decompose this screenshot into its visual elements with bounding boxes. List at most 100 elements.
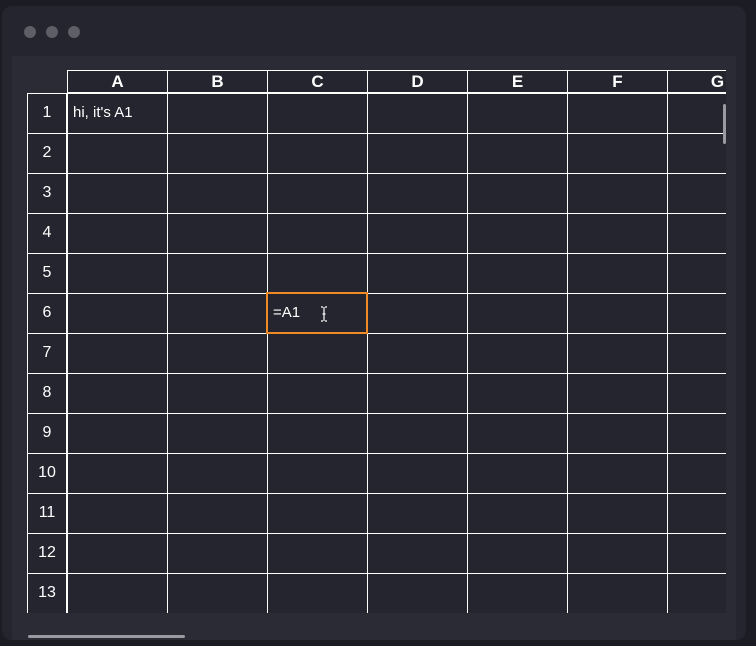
cell-b2[interactable] [167,133,267,173]
column-header-a[interactable]: A [67,70,167,93]
cell-f1[interactable] [567,93,667,133]
spreadsheet-grid[interactable]: A B C D E F G 1 hi, it's A1 2 3 4 5 6 =A1 7 8 9 10 1… [27,70,726,626]
cell-c12[interactable] [267,533,367,573]
cell-b9[interactable] [167,413,267,453]
cell-c9[interactable] [267,413,367,453]
cell-g3[interactable] [667,173,726,213]
column-header-c[interactable]: C [267,70,367,93]
cell-a13[interactable] [67,573,167,613]
cell-f10[interactable] [567,453,667,493]
cell-f3[interactable] [567,173,667,213]
cell-g2[interactable] [667,133,726,173]
cell-e3[interactable] [467,173,567,213]
row-header-12[interactable]: 12 [27,533,67,573]
cell-b12[interactable] [167,533,267,573]
vertical-scrollbar[interactable] [723,104,726,144]
cell-d7[interactable] [367,333,467,373]
cell-a4[interactable] [67,213,167,253]
cell-f13[interactable] [567,573,667,613]
cell-b5[interactable] [167,253,267,293]
column-header-e[interactable]: E [467,70,567,93]
cell-b1[interactable] [167,93,267,133]
cell-f8[interactable] [567,373,667,413]
cell-b7[interactable] [167,333,267,373]
cell-g12[interactable] [667,533,726,573]
cell-d5[interactable] [367,253,467,293]
cell-d8[interactable] [367,373,467,413]
cell-e2[interactable] [467,133,567,173]
cell-d6[interactable] [367,293,467,333]
cell-e12[interactable] [467,533,567,573]
cell-a2[interactable] [67,133,167,173]
cell-c11[interactable] [267,493,367,533]
row-header-10[interactable]: 10 [27,453,67,493]
column-header-f[interactable]: F [567,70,667,93]
column-header-g[interactable]: G [667,70,726,93]
cell-d12[interactable] [367,533,467,573]
cell-c6[interactable]: =A1 [266,292,368,334]
zoom-window-button[interactable] [68,26,80,38]
cell-e10[interactable] [467,453,567,493]
cell-e7[interactable] [467,333,567,373]
row-header-4[interactable]: 4 [27,213,67,253]
cell-g10[interactable] [667,453,726,493]
row-header-5[interactable]: 5 [27,253,67,293]
cell-a11[interactable] [67,493,167,533]
cell-e8[interactable] [467,373,567,413]
cell-c3[interactable] [267,173,367,213]
cell-a6[interactable] [67,293,167,333]
cell-e5[interactable] [467,253,567,293]
cell-b6[interactable] [167,293,267,333]
cell-g8[interactable] [667,373,726,413]
cell-f6[interactable] [567,293,667,333]
cell-a3[interactable] [67,173,167,213]
row-header-1[interactable]: 1 [27,93,67,133]
cell-a8[interactable] [67,373,167,413]
cell-f11[interactable] [567,493,667,533]
row-header-9[interactable]: 9 [27,413,67,453]
cell-f4[interactable] [567,213,667,253]
cell-c1[interactable] [267,93,367,133]
cell-f2[interactable] [567,133,667,173]
minimize-window-button[interactable] [46,26,58,38]
cell-a10[interactable] [67,453,167,493]
row-header-2[interactable]: 2 [27,133,67,173]
cell-c7[interactable] [267,333,367,373]
cell-g9[interactable] [667,413,726,453]
cell-e4[interactable] [467,213,567,253]
cell-b8[interactable] [167,373,267,413]
cell-g11[interactable] [667,493,726,533]
cell-g6[interactable] [667,293,726,333]
row-header-7[interactable]: 7 [27,333,67,373]
cell-c8[interactable] [267,373,367,413]
horizontal-scrollbar[interactable] [28,635,185,638]
row-header-8[interactable]: 8 [27,373,67,413]
cell-f9[interactable] [567,413,667,453]
cell-c5[interactable] [267,253,367,293]
cell-c4[interactable] [267,213,367,253]
cell-b11[interactable] [167,493,267,533]
cell-f7[interactable] [567,333,667,373]
cell-d4[interactable] [367,213,467,253]
cell-a5[interactable] [67,253,167,293]
cell-g1[interactable] [667,93,726,133]
cell-g7[interactable] [667,333,726,373]
cell-a7[interactable] [67,333,167,373]
row-header-6[interactable]: 6 [27,293,67,333]
cell-a1[interactable]: hi, it's A1 [67,93,167,133]
cell-d3[interactable] [367,173,467,213]
cell-c13[interactable] [267,573,367,613]
cell-f5[interactable] [567,253,667,293]
row-header-13[interactable]: 13 [27,573,67,613]
cell-g5[interactable] [667,253,726,293]
cell-b3[interactable] [167,173,267,213]
cell-a9[interactable] [67,413,167,453]
cell-e11[interactable] [467,493,567,533]
cell-d13[interactable] [367,573,467,613]
cell-d10[interactable] [367,453,467,493]
cell-e1[interactable] [467,93,567,133]
cell-d1[interactable] [367,93,467,133]
row-header-3[interactable]: 3 [27,173,67,213]
cell-g13[interactable] [667,573,726,613]
cell-c2[interactable] [267,133,367,173]
